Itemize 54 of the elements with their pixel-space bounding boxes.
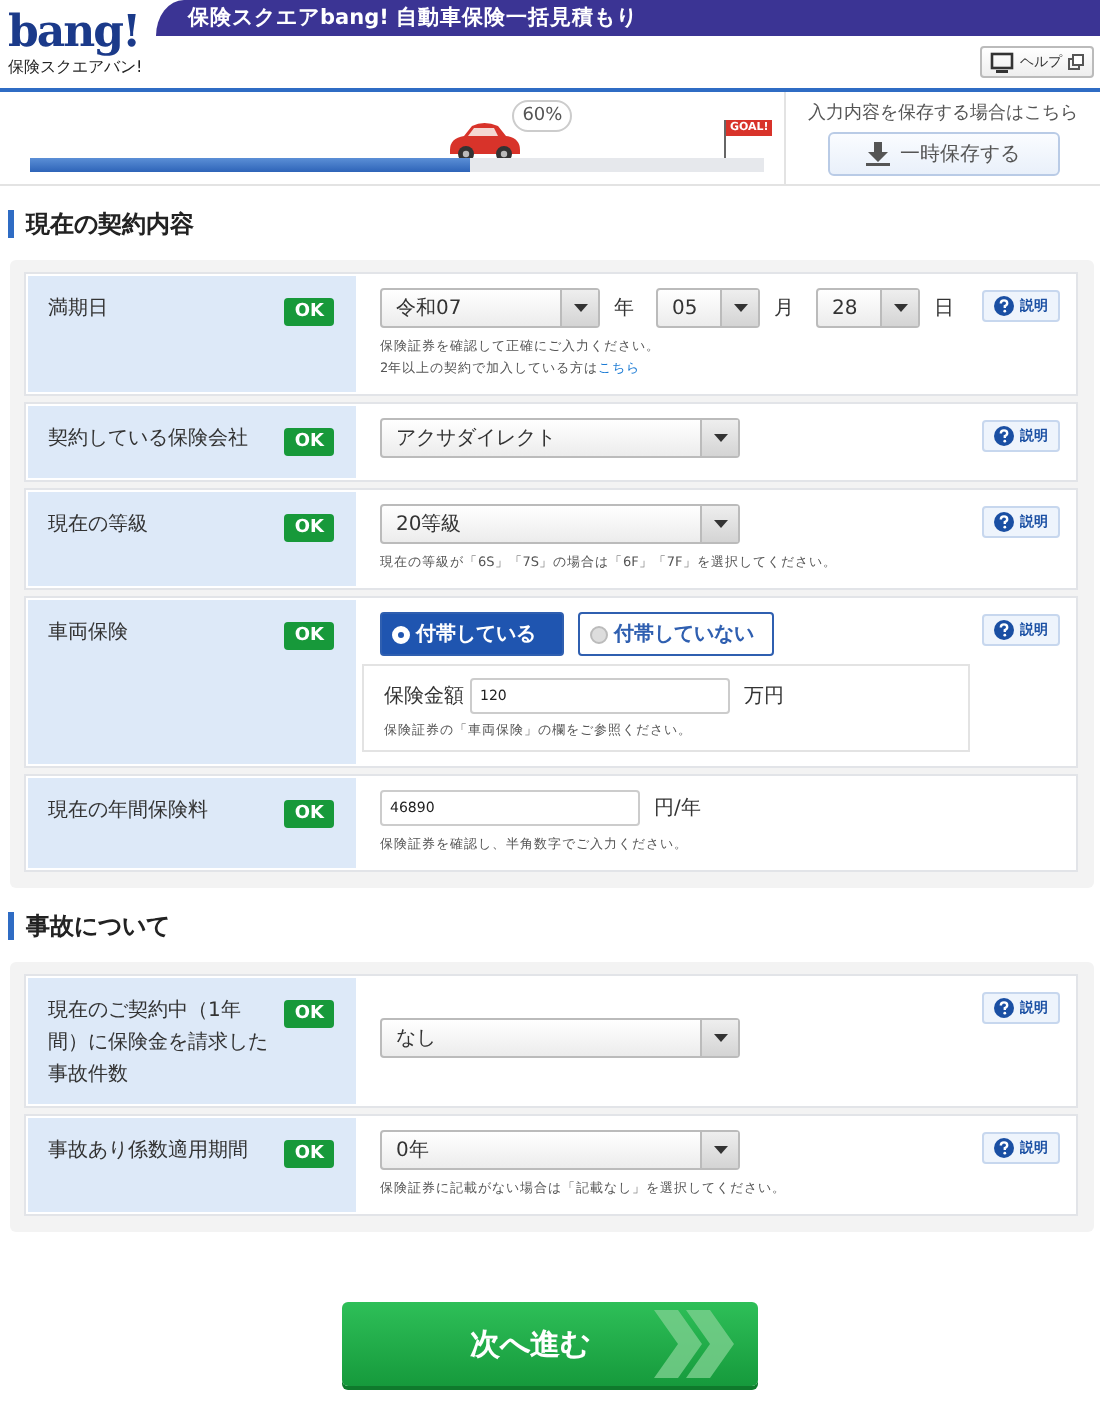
- status-badge: OK: [284, 1140, 334, 1168]
- section-heading: 現在の契約内容: [8, 210, 1100, 238]
- field-label: 現在の年間保険料: [48, 797, 210, 826]
- download-icon: [866, 142, 890, 166]
- dropdown[interactable]: 0年: [380, 1130, 740, 1170]
- monitor-icon: [990, 51, 1014, 73]
- chevrons-icon: [650, 1306, 738, 1382]
- unit-label: 万円: [744, 684, 784, 710]
- logo-wordmark: bang!: [8, 6, 142, 58]
- dropdown[interactable]: 28: [816, 288, 920, 328]
- field-label: 車両保険: [48, 619, 130, 648]
- caret-icon: [893, 304, 907, 312]
- dropdown[interactable]: 令和07: [380, 288, 600, 328]
- caret-icon: [573, 304, 587, 312]
- field-label: 事故あり係数適用期間: [48, 1137, 250, 1166]
- field-label: 現在のご契約中（1年間）に保険金を請求した事故件数: [48, 997, 268, 1090]
- status-badge: OK: [284, 1000, 334, 1028]
- question-icon: [994, 998, 1014, 1018]
- field-label: 契約している保険会社: [48, 425, 250, 454]
- question-icon: [994, 296, 1014, 316]
- field-label: 満期日: [48, 295, 110, 324]
- save-note: 入力内容を保存する場合はこちら: [808, 101, 1078, 126]
- save-button[interactable]: 一時保存する: [827, 132, 1059, 176]
- question-icon: [994, 512, 1014, 532]
- caret-icon: [733, 304, 747, 312]
- dropdown[interactable]: なし: [380, 1017, 740, 1057]
- page-title: 保険スクエアbang! 自動車保険一括見積もり: [188, 4, 639, 32]
- section-heading: 事故について: [8, 912, 1100, 940]
- status-badge: OK: [284, 622, 334, 650]
- status-badge: OK: [284, 298, 334, 326]
- caret-icon: [713, 1033, 727, 1041]
- radio-option[interactable]: 付帯している: [380, 612, 564, 656]
- caret-icon: [713, 520, 727, 528]
- radio-option[interactable]: 付帯していない: [578, 612, 774, 656]
- logo-caption: 保険スクエアバン!: [8, 58, 143, 78]
- unit-label: 年: [614, 296, 634, 322]
- progress-percent: 60%: [512, 100, 573, 132]
- caret-icon: [713, 434, 727, 442]
- unit-label: 月: [774, 296, 794, 322]
- question-icon: [994, 1138, 1014, 1158]
- caret-icon: [713, 1146, 727, 1154]
- status-badge: OK: [284, 428, 334, 456]
- question-icon: [994, 426, 1014, 446]
- unit-label: 日: [934, 296, 954, 322]
- new-window-icon: [1068, 54, 1084, 70]
- question-icon: [994, 620, 1014, 640]
- dropdown[interactable]: アクサダイレクト: [380, 418, 740, 458]
- status-badge: OK: [284, 514, 334, 542]
- field-label: 保険金額: [384, 683, 464, 710]
- field-label: 現在の等級: [48, 512, 150, 540]
- dropdown[interactable]: 20等級: [380, 504, 740, 544]
- status-badge: OK: [284, 800, 334, 828]
- dropdown[interactable]: 05: [656, 288, 760, 328]
- unit-label: 円/年: [654, 796, 701, 822]
